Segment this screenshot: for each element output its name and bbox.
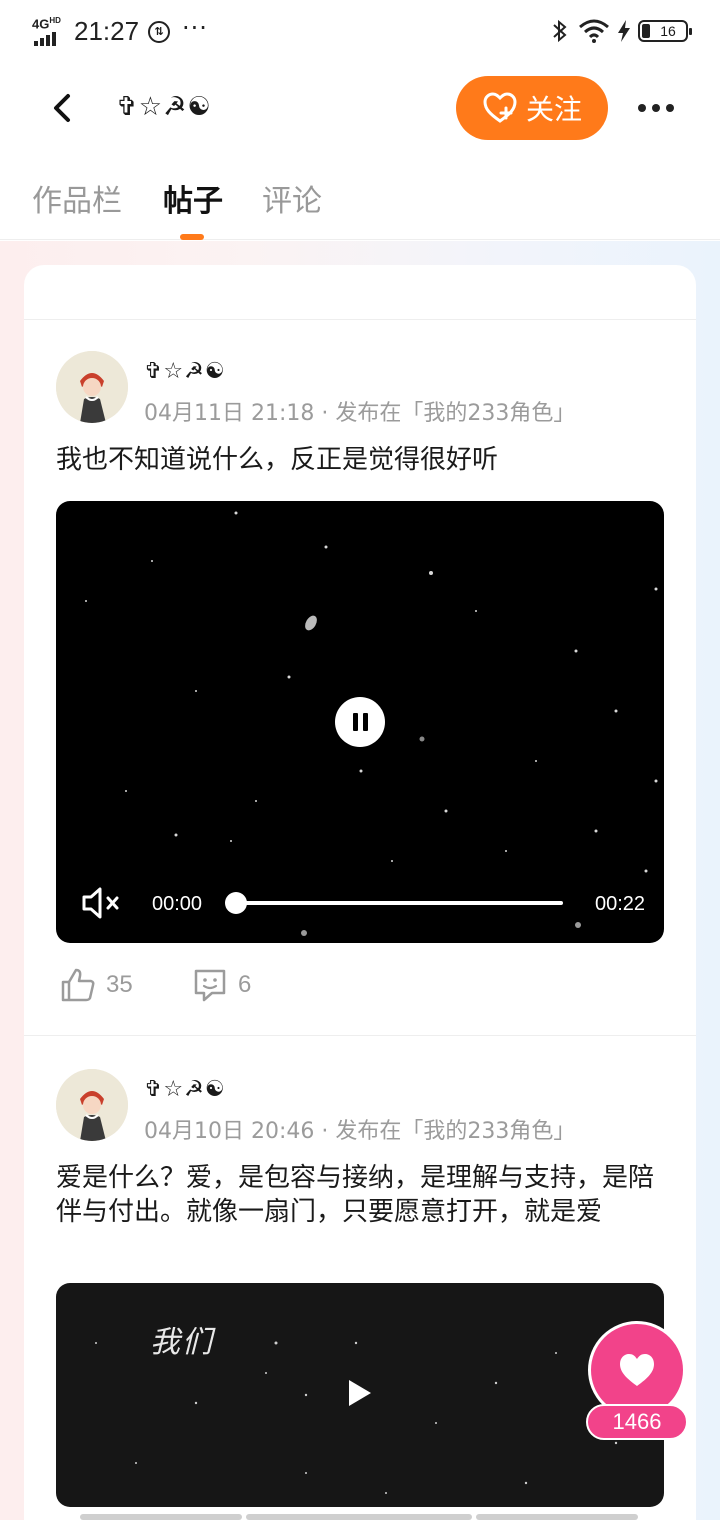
follow-button[interactable]: 关注 — [456, 76, 608, 140]
wifi-icon — [579, 19, 609, 43]
tab-works[interactable]: 作品栏 — [32, 176, 122, 220]
heart-plus-icon — [483, 92, 517, 123]
video-total-time: 00:22 — [595, 893, 646, 915]
tab-bar: 作品栏 帖子 评论 — [0, 152, 720, 240]
data-usage-icon: ⇅ — [148, 21, 170, 43]
charging-icon — [618, 20, 630, 42]
video-current-time: 00:00 — [152, 893, 203, 915]
video-overlay-text: 我们 — [150, 1325, 214, 1360]
post-item: ✞☆☭☯ 04月11日 21:18 · 发布在「我的233角色」 我也不知道说什… — [24, 351, 696, 1051]
status-time: 21:27 — [74, 16, 140, 46]
more-notifications-icon: ··· — [182, 14, 208, 42]
post-author: ✞☆☭☯ — [144, 359, 226, 384]
thumbs-up-icon — [61, 968, 95, 1002]
tab-comments[interactable]: 评论 — [262, 176, 322, 220]
pause-button[interactable] — [335, 697, 385, 747]
tab-posts[interactable]: 帖子 — [163, 176, 223, 220]
tab-active-indicator — [180, 234, 204, 240]
comment-button[interactable]: 6 — [192, 967, 251, 1003]
profile-header: ✞☆☭☯ 关注 — [0, 66, 720, 152]
video-player[interactable]: 我们 — [56, 1283, 664, 1507]
play-button[interactable] — [349, 1380, 371, 1406]
more-options-icon[interactable] — [632, 94, 680, 122]
battery-icon: 16 — [638, 20, 692, 42]
post-item: ✞☆☭☯ 04月10日 20:46 · 发布在「我的233角色」 爱是什么？爱，… — [24, 1069, 696, 1520]
heart-icon — [620, 1354, 654, 1386]
status-bar: 4GHD 21:27 ⇅ ··· 16 — [0, 0, 720, 66]
video-player[interactable]: 00:00 00:22 — [56, 501, 664, 943]
profile-name: ✞☆☭☯ — [116, 92, 212, 122]
avatar[interactable] — [56, 1069, 128, 1141]
divider — [24, 319, 696, 320]
video-progress-thumb[interactable] — [225, 892, 247, 914]
post-meta: 04月11日 21:18 · 发布在「我的233角色」 — [144, 401, 576, 426]
mute-icon[interactable] — [80, 883, 124, 923]
post-meta: 04月10日 20:46 · 发布在「我的233角色」 — [144, 1119, 576, 1144]
like-count: 35 — [106, 971, 133, 998]
video-progress-bar[interactable] — [236, 901, 563, 905]
follow-label: 关注 — [525, 93, 582, 126]
comment-count: 6 — [238, 971, 252, 998]
post-author: ✞☆☭☯ — [144, 1077, 226, 1102]
divider — [24, 1035, 696, 1036]
bottom-indicator — [80, 1514, 640, 1520]
floating-like-count: 1466 — [586, 1404, 688, 1440]
cellular-signal-icon: 4GHD — [32, 16, 66, 46]
back-arrow-icon[interactable] — [40, 84, 88, 132]
post-text: 爱是什么？爱，是包容与接纳，是理解与支持，是陪伴与付出。就像一扇门，只要愿意打开… — [56, 1163, 655, 1227]
like-button[interactable]: 35 — [60, 967, 133, 1003]
post-text: 我也不知道说什么，反正是觉得很好听 — [56, 445, 499, 475]
comment-icon — [194, 969, 226, 1002]
bluetooth-icon — [553, 19, 567, 43]
posts-card: ✞☆☭☯ 04月11日 21:18 · 发布在「我的233角色」 我也不知道说什… — [24, 265, 696, 1520]
avatar[interactable] — [56, 351, 128, 423]
